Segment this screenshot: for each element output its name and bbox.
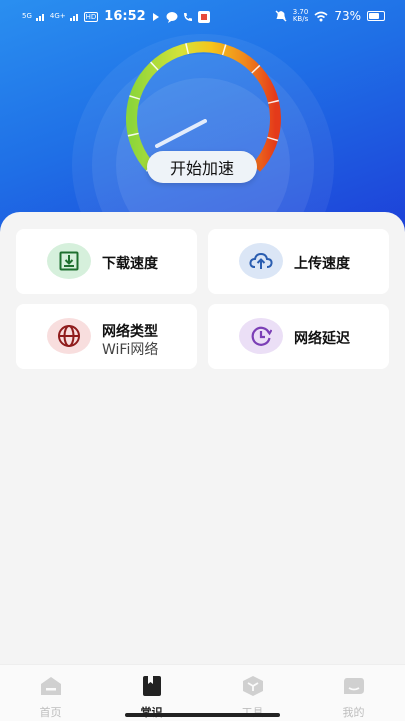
signal-icon-2 xyxy=(69,14,78,21)
signal-icon xyxy=(35,14,44,21)
download-icon xyxy=(59,251,79,271)
download-speed-card[interactable]: 下载速度 xyxy=(16,229,197,294)
speed-header: 5G 4G+ HD 16:52 3.70 KB/s 73% 开始加速 xyxy=(0,0,405,240)
message-icon xyxy=(166,11,178,23)
tab-mine[interactable]: 我的 xyxy=(303,665,404,721)
battery-percent: 73% xyxy=(334,9,361,23)
upload-speed-title: 上传速度 xyxy=(294,256,350,272)
globe-icon xyxy=(58,325,80,347)
cloud-upload-icon xyxy=(249,252,273,269)
clock-icon-badge xyxy=(239,318,283,354)
download-speed-title: 下载速度 xyxy=(102,256,158,272)
tab-tools-label: 工具 xyxy=(202,704,303,720)
tab-mine-label: 我的 xyxy=(342,706,365,719)
upload-speed-card[interactable]: 上传速度 xyxy=(208,229,389,294)
tab-knowledge-label: 常识 xyxy=(101,704,202,720)
network-type-title: 网络类型 xyxy=(102,324,158,340)
network-type-value: WiFi网络 xyxy=(102,342,159,358)
download-icon-badge xyxy=(47,243,91,279)
clock-time: 16:52 xyxy=(104,9,146,24)
wifi-icon xyxy=(314,11,328,21)
app-notification-icon xyxy=(197,10,210,23)
cube-icon xyxy=(243,676,263,696)
network-latency-title: 网络延迟 xyxy=(294,331,350,347)
main-panel: 下载速度 上传速度 网络类型 WiFi网络 网络延迟 xyxy=(0,212,405,664)
status-bar: 5G 4G+ HD 16:52 3.70 KB/s 73% xyxy=(0,0,405,36)
network-5g-label: 5G xyxy=(22,12,32,20)
speedometer-gauge xyxy=(126,41,281,172)
network-speed-unit: KB/s xyxy=(292,15,309,23)
home-indicator xyxy=(125,713,280,717)
missed-call-icon xyxy=(183,12,192,21)
status-left: 5G 4G+ HD 16:52 xyxy=(22,9,210,24)
tab-home[interactable]: 首页 xyxy=(0,665,101,721)
status-right: 3.70 KB/s 73% xyxy=(275,9,385,23)
battery-icon xyxy=(367,11,385,21)
start-boost-button[interactable]: 开始加速 xyxy=(147,151,257,183)
upload-icon-badge xyxy=(239,243,283,279)
globe-icon-badge xyxy=(47,318,91,354)
home-icon xyxy=(41,677,61,695)
book-icon xyxy=(143,676,161,696)
hd-badge: HD xyxy=(83,11,99,22)
mute-bell-icon xyxy=(275,10,287,22)
network-speed: 3.70 KB/s xyxy=(293,9,309,23)
profile-icon xyxy=(344,678,364,694)
gauge-needle xyxy=(155,119,207,148)
network-4g-label: 4G+ xyxy=(49,12,66,20)
network-latency-card[interactable]: 网络延迟 xyxy=(208,304,389,369)
notification-app-icon xyxy=(152,12,159,21)
clock-icon xyxy=(251,326,272,346)
network-type-card[interactable]: 网络类型 WiFi网络 xyxy=(16,304,197,369)
tab-home-label: 首页 xyxy=(39,706,62,719)
